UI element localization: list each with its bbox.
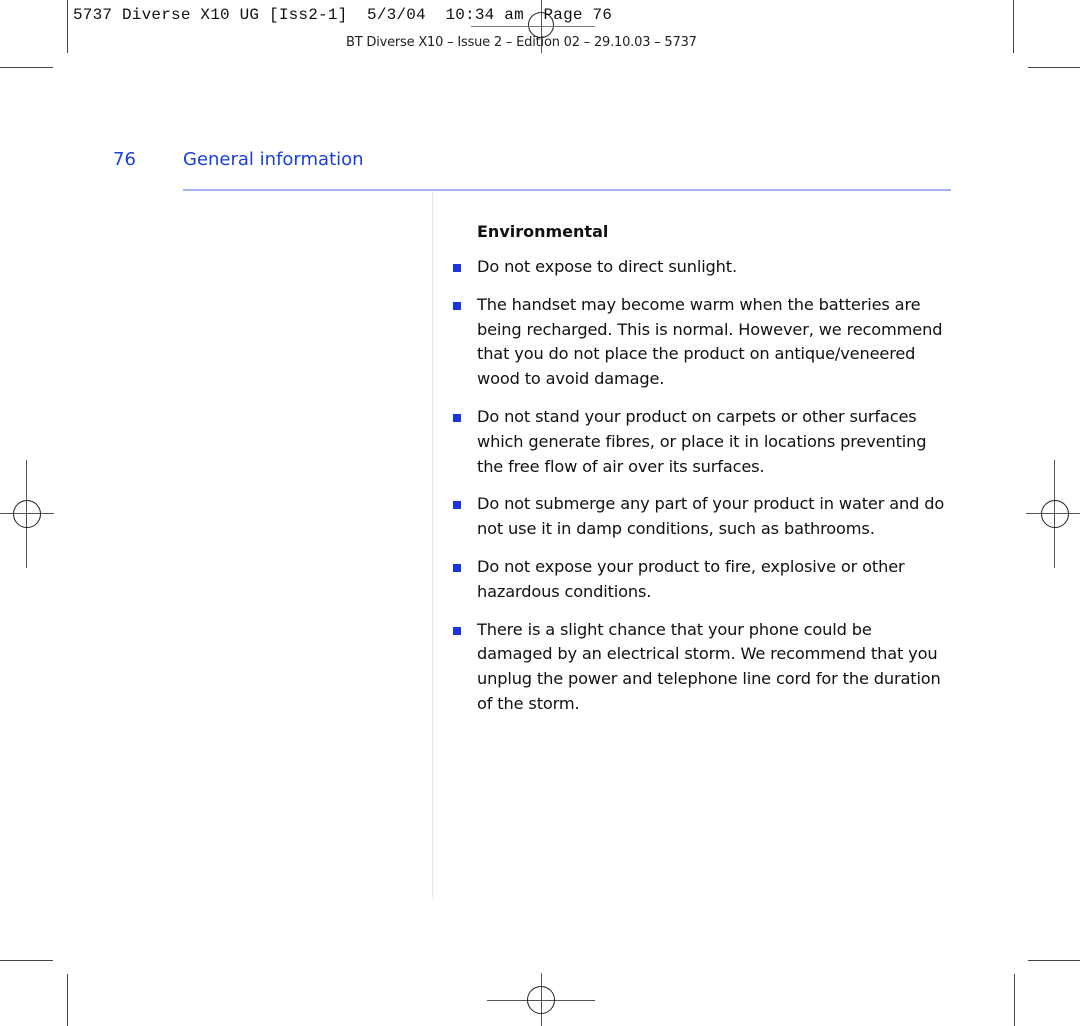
list-item-text: Do not expose your product to fire, expl…	[477, 556, 905, 601]
registration-mark-bottom	[487, 973, 595, 1026]
crop-mark-bottom-right-vertical	[1014, 974, 1015, 1026]
list-item-text: Do not expose to direct sunlight.	[477, 257, 737, 276]
edition-info-line: BT Diverse X10 – Issue 2 – Edition 02 – …	[346, 35, 697, 50]
environmental-section: Environmental Do not expose to direct su…	[452, 222, 952, 730]
list-item: There is a slight chance that your phone…	[452, 618, 952, 717]
section-heading: Environmental	[477, 222, 609, 241]
bullet-square-icon	[453, 501, 461, 510]
crop-mark-top-right-horizontal	[1028, 67, 1080, 68]
crop-mark-bottom-left-horizontal	[0, 960, 53, 961]
bullet-square-icon	[453, 626, 461, 635]
crop-mark-top-right-vertical	[1013, 0, 1014, 53]
column-divider	[432, 193, 433, 898]
list-item-text: Do not stand your product on carpets or …	[477, 406, 927, 476]
bullet-square-icon	[453, 301, 461, 310]
crop-mark-bottom-left-vertical	[67, 974, 68, 1026]
list-item-text: There is a slight chance that your phone…	[477, 619, 941, 713]
list-item: Do not expose to direct sunlight.	[452, 255, 952, 280]
list-item: Do not submerge any part of your product…	[452, 492, 952, 542]
bullet-square-icon	[453, 563, 461, 572]
list-item: Do not stand your product on carpets or …	[452, 405, 952, 479]
list-item-text: Do not submerge any part of your product…	[477, 494, 945, 539]
bullet-list: Do not expose to direct sunlight. The ha…	[452, 255, 952, 717]
crop-mark-bottom-right-horizontal	[1028, 960, 1080, 961]
list-item-text: The handset may become warm when the bat…	[477, 294, 943, 389]
print-slug-line: 5737 Diverse X10 UG [Iss2-1] 5/3/04 10:3…	[73, 6, 613, 24]
crop-mark-top-left-vertical	[67, 0, 68, 53]
header-rule	[183, 189, 951, 191]
list-item: The handset may become warm when the bat…	[452, 293, 952, 392]
bullet-square-icon	[453, 413, 461, 422]
page-number: 76	[113, 149, 136, 170]
bullet-square-icon	[453, 264, 461, 272]
registration-mark-left	[0, 460, 54, 568]
list-item: Do not expose your product to fire, expl…	[452, 555, 952, 605]
registration-mark-right	[1026, 460, 1080, 568]
section-title: General information	[183, 149, 364, 170]
slug-underline	[471, 26, 595, 27]
crop-mark-top-left-horizontal	[0, 67, 53, 68]
